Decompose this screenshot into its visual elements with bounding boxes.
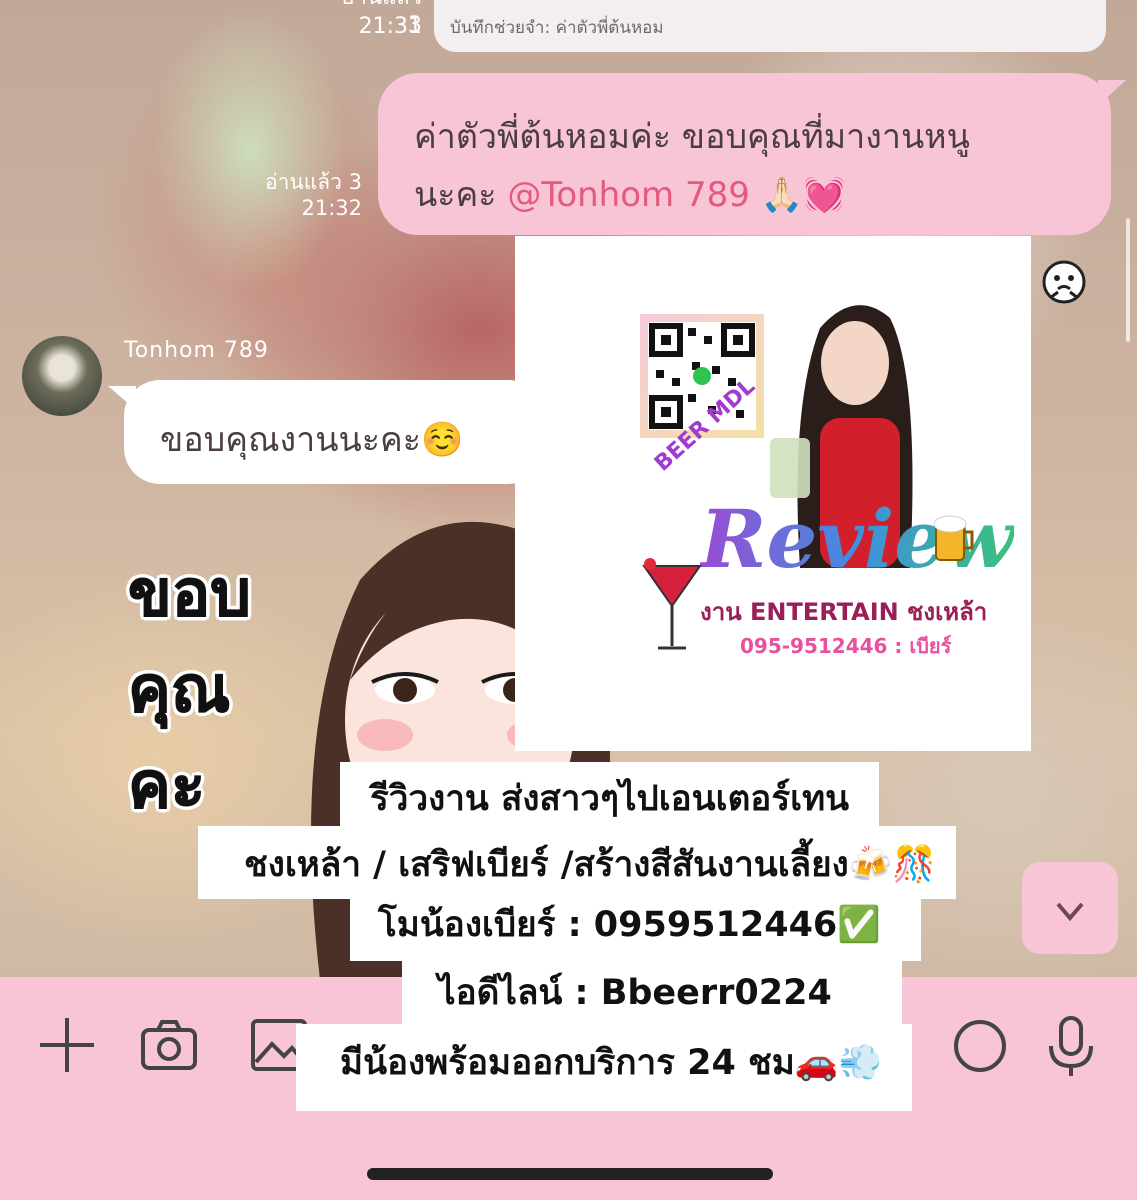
sticker-thankyou-text: ขอบ คุณ คะ — [128, 546, 278, 834]
sticker-face-icon[interactable] — [1040, 258, 1088, 306]
mention-link[interactable]: @Tonhom 789 — [507, 175, 750, 215]
avatar[interactable] — [22, 336, 102, 416]
caption-line-5: มีน้องพร้อมออกบริการ 24 ชม🚗💨 — [296, 1024, 913, 1111]
chevron-down-icon — [1056, 902, 1084, 922]
sticker-line: คุณ — [128, 653, 231, 728]
incoming-message-text: ขอบคุณงานนะคะ☺️ — [160, 420, 464, 460]
mic-icon[interactable] — [1046, 1016, 1096, 1078]
sticker-line: คะ — [128, 749, 206, 824]
beer-mug-icon — [932, 512, 978, 564]
caption-line-4: ไอดีไลน์ : Bbeerr0224 — [402, 958, 902, 1029]
caption-line-3: โมน้องเบียร์ : 0959512446✅ — [350, 892, 921, 961]
caption-line-2: ชงเหล้า / เสริฟเบียร์ /สร้างสีสันงานเลี้… — [198, 826, 956, 899]
message-time: 21:31 — [358, 14, 422, 39]
emoji-icon[interactable] — [950, 1016, 1010, 1076]
poster-subtitle: งาน ENTERTAIN ชงเหล้า — [700, 598, 988, 626]
home-indicator[interactable] — [367, 1168, 773, 1180]
message-time-2: 21:32 — [301, 196, 362, 220]
cocktail-icon — [640, 556, 704, 656]
plus-icon[interactable] — [38, 1016, 96, 1074]
outgoing-message-text: ค่าตัวพี่ต้นหอมค่ะ ขอบคุณที่มางานหนู นะค… — [414, 108, 1084, 224]
scrollbar[interactable] — [1126, 218, 1130, 342]
outgoing-line-1: ค่าตัวพี่ต้นหอมค่ะ ขอบคุณที่มางานหนู — [414, 117, 970, 157]
camera-icon[interactable] — [140, 1018, 198, 1072]
outgoing-line-2: นะคะ @Tonhom 789 🙏🏻💓 — [414, 166, 1084, 224]
outgoing-line-2-prefix: นะคะ — [414, 175, 508, 215]
caption-line-1: รีวิวงาน ส่งสาวๆไปเอนเตอร์เทน — [340, 762, 880, 831]
memo-text: บันทึกช่วยจำ: ค่าตัวพี่ต้นหอม — [450, 18, 664, 38]
scroll-to-bottom-button[interactable] — [1022, 862, 1118, 954]
read-receipt-2: อ่านแล้ว 3 — [265, 170, 362, 194]
sender-name: Tonhom 789 — [124, 338, 269, 363]
emoji: 🙏🏻💓 — [760, 175, 846, 215]
poster-phone: 095-9512446 : เบียร์ — [740, 634, 952, 658]
sticker-line: ขอบ — [128, 557, 252, 632]
